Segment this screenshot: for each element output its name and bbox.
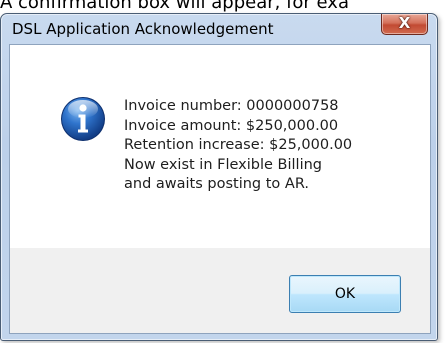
message-line-posting-to-ar: and awaits posting to AR. [124,176,309,192]
message-text: Invoice number: 0000000758 Invoice amoun… [124,97,352,195]
dialog-body: Invoice number: 0000000758 Invoice amoun… [9,44,431,334]
dialog-title: DSL Application Acknowledgement [12,20,274,38]
ok-button[interactable]: OK [289,275,401,313]
message-area: Invoice number: 0000000758 Invoice amoun… [10,45,430,248]
close-icon: X [398,14,411,32]
message-line-invoice-number: Invoice number: 0000000758 [124,98,339,114]
message-line-flexible-billing: Now exist in Flexible Billing [124,156,323,173]
message-line-retention-increase: Retention increase: $25,000.00 [124,137,353,153]
message-line-invoice-amount: Invoice amount: $250,000.00 [124,117,339,134]
close-button[interactable]: X [381,14,428,35]
information-icon [61,97,105,141]
dialog-window: DSL Application Acknowledgement X Invoic… [0,13,438,341]
